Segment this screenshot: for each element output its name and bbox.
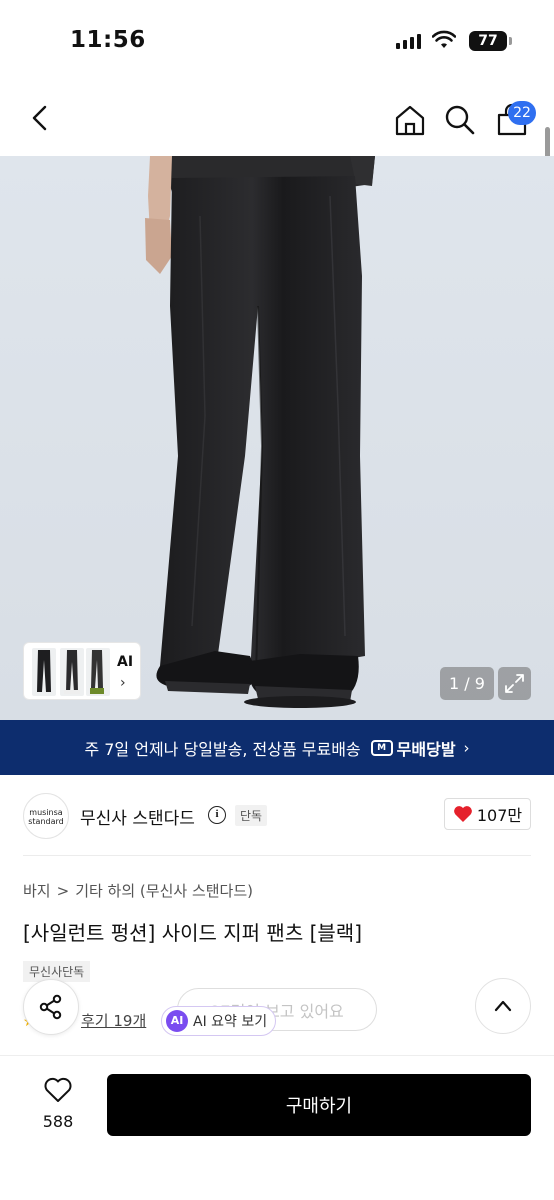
battery-tip — [509, 37, 512, 45]
breadcrumb: 바지 > 기타 하의 (무신사 스탠다드) — [23, 880, 253, 901]
brand-name[interactable]: 무신사 스탠다드 — [80, 804, 195, 829]
divider — [23, 855, 531, 856]
product-image-carousel[interactable] — [0, 156, 554, 720]
ai-badge-icon: AI — [166, 1010, 188, 1032]
scroll-to-top-button[interactable] — [475, 978, 531, 1034]
breadcrumb-item[interactable]: 바지 — [23, 882, 51, 900]
thumbnail-image[interactable] — [86, 648, 110, 696]
promo-text: 주 7일 언제나 당일발송, 전상품 무료배송 — [84, 739, 361, 759]
brand-logo[interactable]: musinsa standard — [23, 793, 69, 839]
bottom-purchase-bar: 588 구매하기 — [0, 1055, 554, 1200]
wifi-icon — [432, 30, 456, 48]
free-delivery-logo-text: 무배당발 — [396, 739, 456, 759]
buy-button[interactable]: 구매하기 — [107, 1074, 531, 1136]
cart-count-badge: 22 — [508, 101, 536, 125]
wishlist-count: 588 — [42, 1112, 74, 1131]
delivery-truck-icon: M — [370, 739, 393, 756]
chevron-up-icon — [494, 1000, 512, 1012]
delivery-promo-banner[interactable]: 주 7일 언제나 당일발송, 전상품 무료배송 M 무배당발 › — [0, 720, 554, 775]
back-icon[interactable] — [24, 102, 56, 134]
ai-label: AI — [117, 654, 134, 670]
heart-icon — [453, 806, 472, 822]
ai-summary-button[interactable]: AI AI 요약 보기 — [161, 1006, 276, 1036]
review-count-link[interactable]: 후기 19개 — [81, 1010, 146, 1031]
search-icon[interactable] — [442, 102, 478, 138]
free-delivery-logo: M 무배당발 — [370, 736, 456, 760]
ai-thumbnail-strip[interactable]: AI › — [23, 642, 141, 700]
thumbnail-image[interactable] — [60, 648, 84, 696]
status-time: 11:56 — [70, 27, 146, 53]
chevron-right-icon[interactable]: › — [120, 675, 126, 691]
breadcrumb-separator: > — [56, 882, 70, 900]
share-button[interactable] — [23, 979, 79, 1035]
brand-like-button[interactable]: 107만 — [444, 798, 531, 830]
product-photo — [0, 156, 554, 720]
info-icon[interactable]: i — [208, 806, 226, 824]
breadcrumb-item[interactable]: 기타 하의 (무신사 스탠다드) — [75, 882, 253, 900]
exclusive-badge: 단독 — [235, 805, 268, 826]
heart-outline-icon — [44, 1077, 72, 1102]
battery-icon: 77 — [469, 31, 507, 51]
wishlist-button[interactable]: 588 — [30, 1076, 86, 1131]
thumbnail-image[interactable] — [32, 648, 56, 696]
cellular-signal-icon — [396, 33, 421, 49]
brand-like-count: 107만 — [476, 806, 523, 825]
status-bar: 11:56 77 — [0, 0, 554, 80]
share-icon — [39, 994, 62, 1020]
top-navigation — [0, 80, 554, 156]
image-pager: 1 / 9 — [440, 667, 494, 700]
brand-row: musinsa standard 무신사 스탠다드 i 단독 107만 — [0, 790, 554, 846]
brand-logo-line: musinsa — [29, 808, 63, 817]
home-icon[interactable] — [392, 102, 428, 138]
brand-logo-line: standard — [28, 817, 64, 826]
chevron-right-icon: › — [463, 738, 470, 757]
product-title: [사일런트 펑션] 사이드 지퍼 팬츠 [블랙] — [23, 921, 362, 945]
ai-summary-label: AI 요약 보기 — [193, 1014, 268, 1030]
expand-icon[interactable] — [498, 667, 531, 700]
